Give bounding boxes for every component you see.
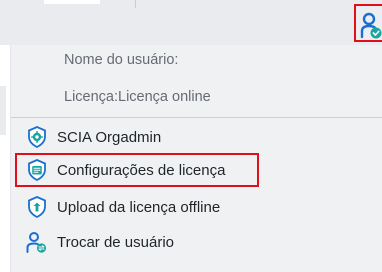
toolbar-fragment	[44, 0, 100, 4]
user-licensed-icon	[360, 12, 382, 39]
switch-user-icon	[19, 225, 55, 259]
menu-divider	[11, 117, 382, 118]
background-panel-edge	[0, 45, 10, 272]
menu-item-label: Trocar de usuário	[57, 233, 174, 251]
license-settings-icon	[19, 153, 55, 187]
menu-item-license-settings[interactable]: Configurações de licença	[15, 153, 259, 187]
menu-item-upload-offline-license[interactable]: Upload da licença offline	[15, 190, 379, 224]
menu-item-switch-user[interactable]: Trocar de usuário	[15, 225, 379, 259]
menu-item-scia-orgadmin[interactable]: SCIA Orgadmin	[15, 120, 379, 154]
user-dropdown-menu: Nome do usuário: Licença:Licença online …	[10, 45, 382, 272]
menu-item-label: Configurações de licença	[57, 161, 226, 179]
license-label: Licença:Licença online	[64, 89, 211, 105]
scia-orgadmin-icon	[19, 120, 55, 154]
upload-license-icon	[19, 190, 55, 224]
menu-item-label: SCIA Orgadmin	[57, 128, 162, 146]
username-label: Nome do usuário:	[64, 52, 179, 68]
toolbar-separator	[135, 0, 136, 8]
top-bar	[0, 0, 382, 45]
background-panel-tab	[0, 86, 6, 135]
user-account-button[interactable]	[354, 4, 382, 42]
menu-item-label: Upload da licença offline	[57, 198, 221, 216]
